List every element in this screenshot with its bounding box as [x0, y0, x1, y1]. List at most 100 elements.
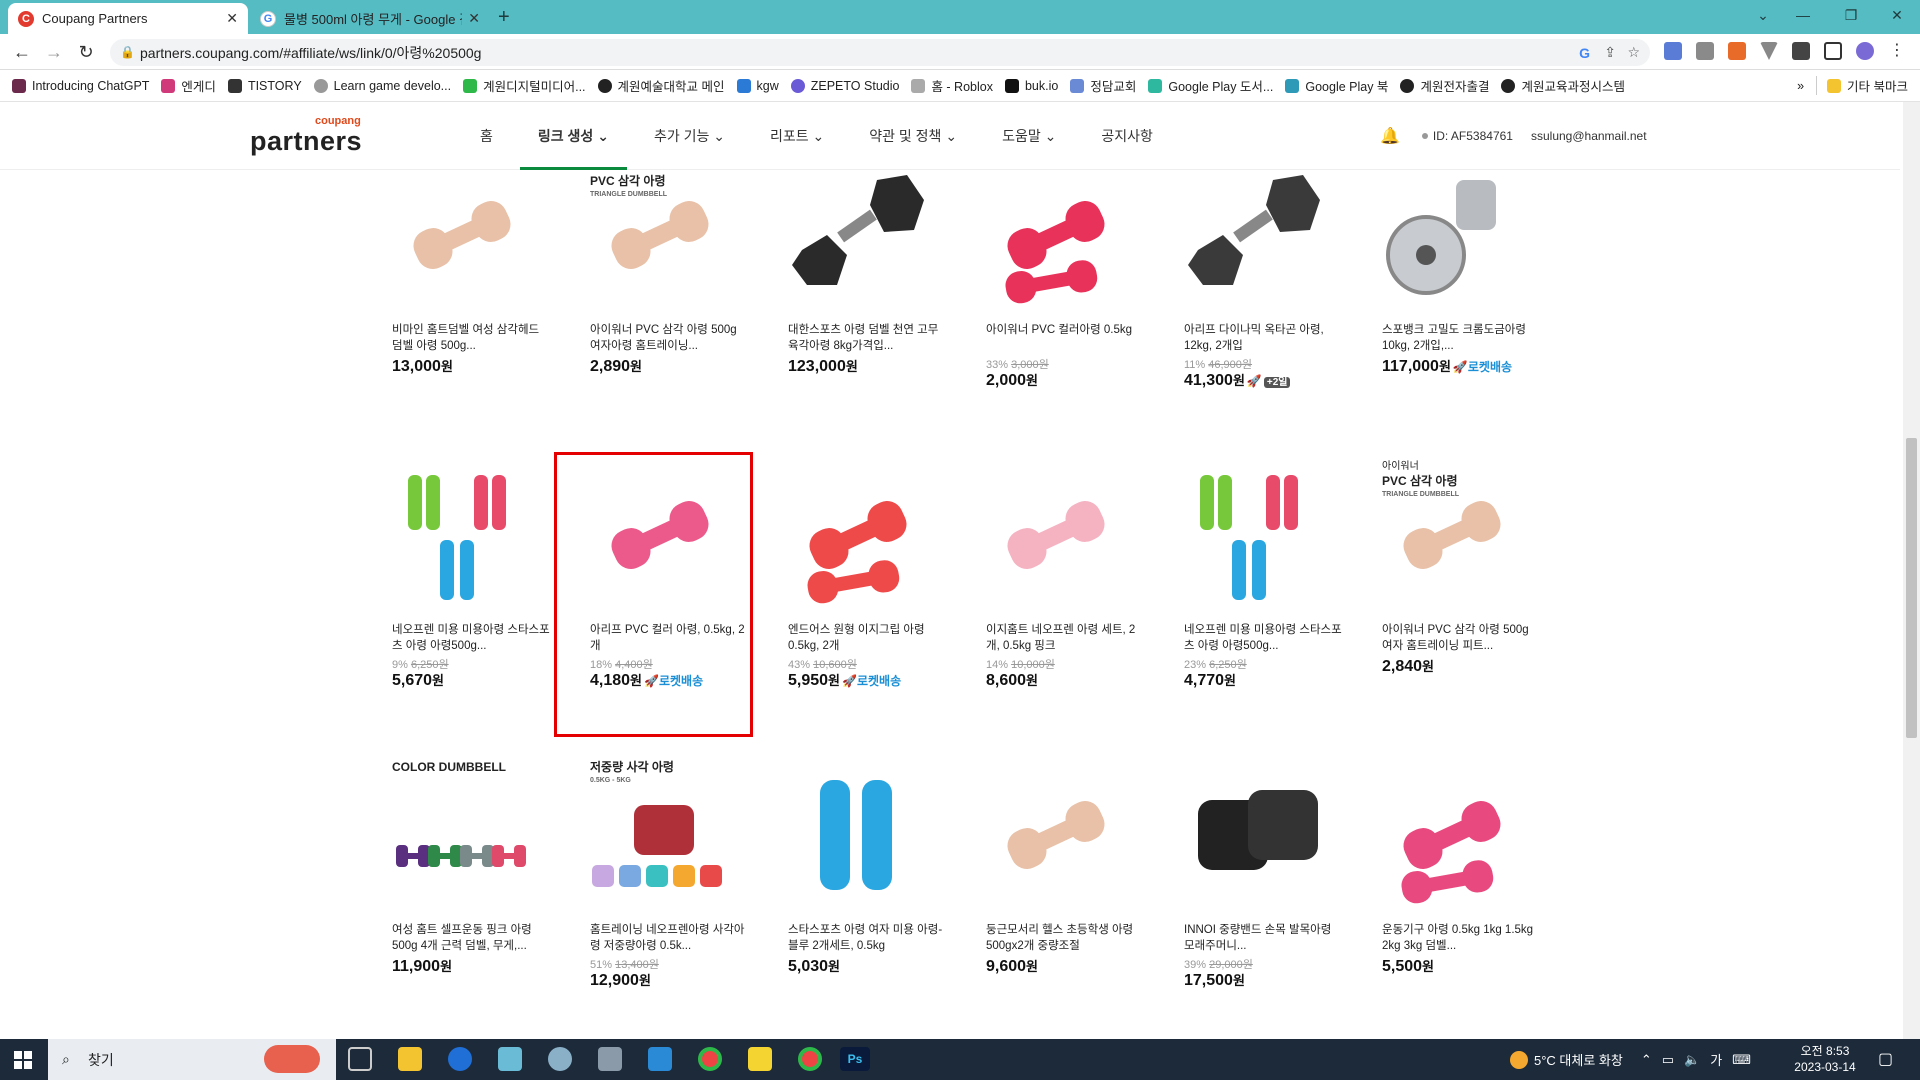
- bookmark-item[interactable]: ZEPETO Studio: [790, 78, 899, 93]
- bookmark-item[interactable]: 계원예술대학교 메인: [597, 76, 725, 95]
- product-image[interactable]: [782, 460, 934, 610]
- scrollbar-thumb[interactable]: [1906, 438, 1917, 738]
- extension-icon[interactable]: [1728, 42, 1746, 60]
- product-name[interactable]: 아이워너 PVC 삼각 아령 500g 여자 홈트레이닝 피트...: [1382, 622, 1542, 654]
- product-name[interactable]: 아이워너 PVC 컬러아령 0.5kg: [986, 322, 1146, 354]
- product-image[interactable]: [386, 160, 538, 310]
- bookmark-item[interactable]: Learn game develo...: [313, 78, 451, 93]
- nav-extra-features[interactable]: 추가 기능 ⌄: [654, 102, 725, 170]
- user-email[interactable]: ssulung@hanmail.net: [1531, 129, 1647, 143]
- product-name[interactable]: 운동기구 아령 0.5kg 1kg 1.5kg 2kg 3kg 덤벨...: [1382, 922, 1542, 954]
- product-image[interactable]: [1178, 760, 1330, 910]
- file-explorer-icon[interactable]: [398, 1047, 422, 1071]
- product-name[interactable]: INNOI 중량밴드 손목 발목아령 모래주머니...: [1184, 922, 1344, 954]
- bookmark-star-icon[interactable]: ☆: [1627, 44, 1640, 61]
- network-icon[interactable]: ▭: [1662, 1052, 1674, 1068]
- app-icon[interactable]: [548, 1047, 572, 1071]
- product-image[interactable]: 아이워너PVC 삼각 아령TRIANGLE DUMBBELL: [1376, 460, 1528, 610]
- notification-icon[interactable]: ▢: [1878, 1049, 1893, 1069]
- close-icon[interactable]: ✕: [226, 10, 238, 27]
- taskbar-search[interactable]: ⌕ 찾기: [48, 1039, 336, 1080]
- product-image[interactable]: COLOR DUMBBELL: [386, 760, 538, 910]
- clock[interactable]: 오전 8:53 2023-03-14: [1790, 1043, 1860, 1075]
- product-name[interactable]: 아이워너 PVC 삼각 아령 500g 여자아령 홈트레이닝...: [590, 322, 750, 354]
- window-close-icon[interactable]: ✕: [1874, 0, 1920, 30]
- volume-icon[interactable]: 🔈: [1684, 1052, 1700, 1068]
- bookmark-item[interactable]: Google Play 도서...: [1148, 76, 1273, 95]
- forward-icon[interactable]: →: [42, 40, 66, 64]
- camera-icon[interactable]: [1696, 42, 1714, 60]
- product-name[interactable]: 아리프 다이나믹 옥타곤 아령, 12kg, 2개입: [1184, 322, 1344, 354]
- app-icon[interactable]: [498, 1047, 522, 1071]
- minimize-icon[interactable]: —: [1780, 0, 1826, 30]
- bookmark-item[interactable]: Google Play 북: [1285, 76, 1388, 95]
- address-bar[interactable]: 🔒 partners.coupang.com/#affiliate/ws/lin…: [110, 39, 1650, 66]
- task-view-icon[interactable]: [348, 1047, 372, 1071]
- product-name[interactable]: 스타스포츠 아령 여자 미용 아령-블루 2개세트, 0.5kg: [788, 922, 948, 954]
- product-image[interactable]: 아이워너PVC 삼각 아령TRIANGLE DUMBBELL: [584, 160, 736, 310]
- photoshop-icon[interactable]: Ps: [840, 1047, 870, 1071]
- product-name[interactable]: 여성 홈트 셀프운동 핑크 아령 500g 4개 근력 덤벨, 무게,...: [392, 922, 552, 954]
- product-image[interactable]: [782, 760, 934, 910]
- product-name[interactable]: 네오프렌 미용 미용아령 스타스포츠 아령 아령500g...: [392, 622, 552, 654]
- tab-google-search[interactable]: G 물병 500ml 아령 무게 - Google 검색 ✕: [250, 3, 490, 34]
- bookmarks-more-icon[interactable]: »: [1797, 79, 1804, 93]
- nav-report[interactable]: 리포트 ⌄: [770, 102, 824, 170]
- kakaotalk-icon[interactable]: [748, 1047, 772, 1071]
- product-name[interactable]: 스포뱅크 고밀도 크롬도금아령 10kg, 2개입,...: [1382, 322, 1542, 354]
- chrome-icon[interactable]: [698, 1047, 722, 1071]
- product-name[interactable]: 비마인 홈트덤벨 여성 삼각헤드 덤벨 아령 500g...: [392, 322, 552, 354]
- back-icon[interactable]: ←: [10, 40, 34, 64]
- product-image[interactable]: [1178, 460, 1330, 610]
- maximize-icon[interactable]: ❐: [1828, 0, 1874, 30]
- ime-indicator[interactable]: 가: [1710, 1050, 1722, 1069]
- bookmark-item[interactable]: TISTORY: [227, 78, 302, 93]
- reload-icon[interactable]: ↻: [74, 40, 98, 64]
- product-image[interactable]: [980, 460, 1132, 610]
- vscode-icon[interactable]: [648, 1047, 672, 1071]
- calculator-icon[interactable]: [598, 1047, 622, 1071]
- product-image[interactable]: [1178, 160, 1330, 310]
- extension-icon[interactable]: [1664, 42, 1682, 60]
- other-bookmarks[interactable]: 기타 북마크: [1816, 76, 1908, 95]
- nav-help[interactable]: 도움말 ⌄: [1002, 102, 1056, 170]
- product-name[interactable]: 둥근모서리 헬스 초등학생 아령 500gx2개 중량조절: [986, 922, 1146, 954]
- product-name[interactable]: 이지홈트 네오프렌 아령 세트, 2개, 0.5kg 핑크: [986, 622, 1146, 654]
- nav-notice[interactable]: 공지사항: [1101, 102, 1153, 170]
- product-image[interactable]: [980, 760, 1132, 910]
- nav-home[interactable]: 홈: [480, 102, 493, 170]
- app-icon[interactable]: [448, 1047, 472, 1071]
- product-image[interactable]: 저중량 사각 아령 0.5KG - 5KG: [584, 760, 736, 910]
- bookmark-item[interactable]: buk.io: [1004, 78, 1058, 93]
- product-name[interactable]: 홈트레이닝 네오프렌아령 사각아령 저중량아령 0.5k...: [590, 922, 750, 954]
- bookmark-item[interactable]: 계원디지털미디어...: [463, 76, 586, 95]
- bookmark-item[interactable]: 계원전자출결: [1400, 76, 1489, 95]
- new-tab-icon[interactable]: +: [498, 6, 510, 29]
- product-image[interactable]: [980, 160, 1132, 310]
- nav-terms[interactable]: 약관 및 정책 ⌄: [869, 102, 957, 170]
- product-image[interactable]: [386, 460, 538, 610]
- product-name[interactable]: 네오프렌 미용 미용아령 스타스포츠 아령 아령500g...: [1184, 622, 1344, 654]
- product-name[interactable]: 엔드어스 원형 이지그립 아령 0.5kg, 2개: [788, 622, 948, 654]
- scrollbar[interactable]: [1903, 102, 1920, 1039]
- close-icon[interactable]: ✕: [468, 10, 480, 27]
- keyboard-icon[interactable]: ⌨: [1732, 1052, 1751, 1068]
- bookmark-item[interactable]: 홈 - Roblox: [911, 76, 993, 95]
- avatar[interactable]: [1856, 42, 1874, 60]
- extension-icon[interactable]: [1760, 42, 1778, 60]
- product-image[interactable]: [1376, 160, 1528, 310]
- bookmark-item[interactable]: Introducing ChatGPT: [12, 78, 149, 93]
- partners-logo[interactable]: coupang partners: [250, 116, 362, 156]
- sidepanel-icon[interactable]: [1824, 42, 1842, 60]
- product-image[interactable]: [782, 160, 934, 310]
- bookmark-item[interactable]: 계원교육과정시스템: [1501, 76, 1625, 95]
- bookmark-item[interactable]: 엔게디: [161, 76, 216, 95]
- menu-icon[interactable]: ⋮: [1888, 42, 1906, 60]
- nav-link-create[interactable]: 링크 생성 ⌄: [519, 102, 627, 170]
- puzzle-icon[interactable]: [1792, 42, 1810, 60]
- windows-start-icon[interactable]: [0, 1039, 46, 1080]
- chevron-up-icon[interactable]: ⌃: [1641, 1052, 1652, 1068]
- product-name[interactable]: 대한스포츠 아령 덤벨 천연 고무육각아령 8kg가격입...: [788, 322, 948, 354]
- product-image[interactable]: [1376, 760, 1528, 910]
- bookmark-item[interactable]: 정담교회: [1070, 76, 1136, 95]
